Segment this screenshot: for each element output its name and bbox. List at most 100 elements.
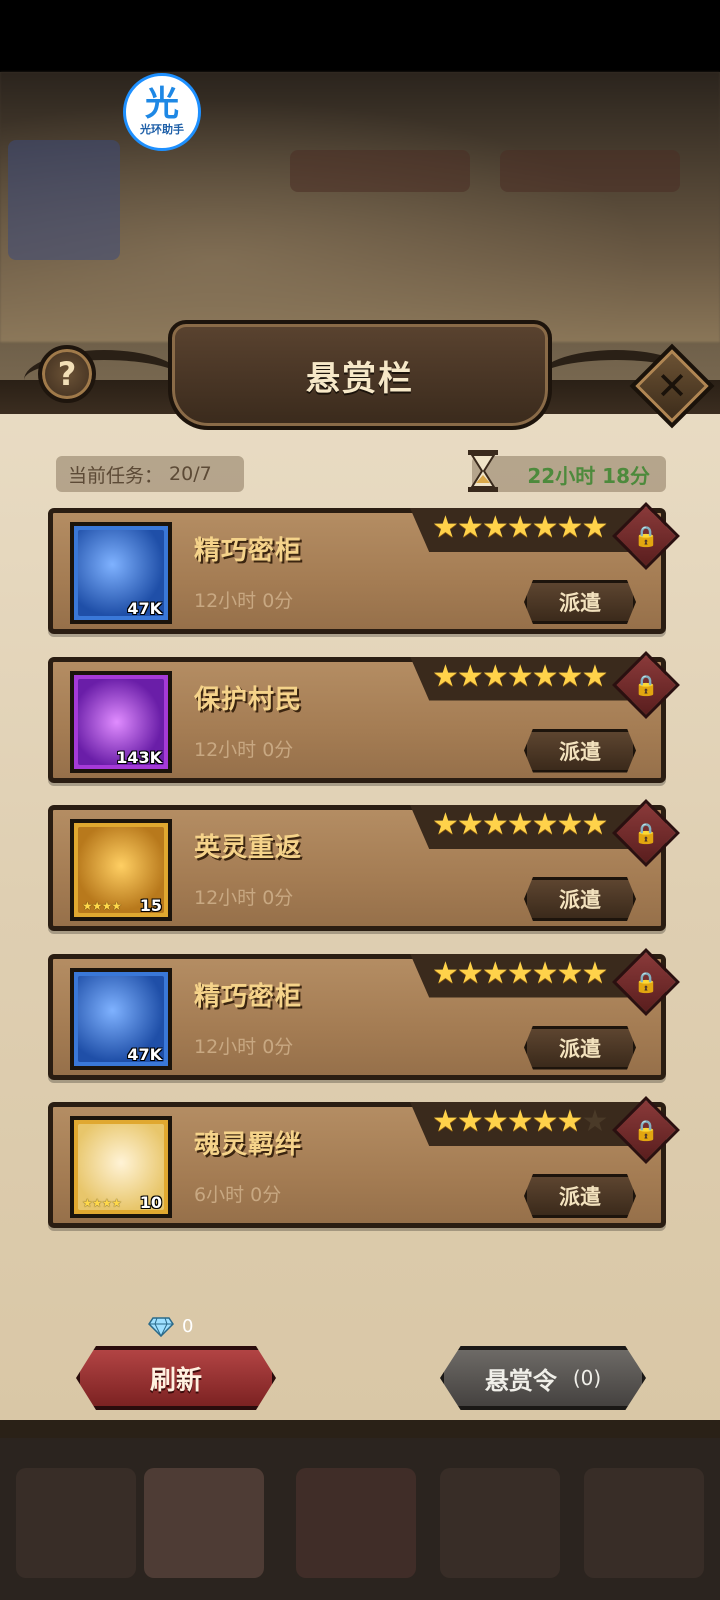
star-empty-icon: ★ [581, 1104, 608, 1139]
star-filled-icon: ★ [456, 1104, 484, 1139]
lock-icon: 🔒 [633, 524, 659, 548]
quest-duration: 6小时 0分 [194, 1184, 282, 1206]
task-count-value: 20/7 [169, 463, 212, 485]
star-filled-icon: ★ [506, 658, 534, 694]
star-filled-icon: ★ [531, 955, 559, 991]
quest-name: 精巧密柜 [194, 981, 303, 1012]
quest-duration: 12小时 0分 [194, 1035, 294, 1058]
quest-star-rating: ★★★★★★★ [432, 1104, 608, 1139]
quest-name: 魂灵羁绊 [194, 1130, 303, 1160]
panel-title: 悬赏栏 [306, 358, 414, 399]
reward-quantity: 47K [127, 1044, 162, 1064]
star-filled-icon: ★ [556, 807, 584, 842]
dispatch-button[interactable]: 派遣 [524, 1025, 636, 1070]
star-filled-icon: ★ [581, 955, 608, 991]
star-filled-icon: ★ [432, 1104, 459, 1139]
status-bar [0, 0, 720, 72]
nav-slot-1 [16, 1468, 136, 1578]
close-icon: ✕ [656, 364, 688, 408]
helper-name: 光环助手 [140, 123, 184, 136]
dispatch-button[interactable]: 派遣 [524, 580, 636, 624]
star-filled-icon: ★ [432, 955, 459, 991]
title-banner: 悬赏栏 [168, 320, 552, 430]
quest-row: 47K 精巧密柜 12小时 0分 ★★★★★★★ 🔒 派遣 [48, 947, 680, 1080]
star-filled-icon: ★ [531, 807, 559, 842]
bounty-order-button[interactable]: 悬赏令 (0) [440, 1346, 646, 1410]
reward-icon[interactable]: 47K [70, 522, 172, 624]
star-filled-icon: ★ [531, 510, 559, 545]
reward-quantity: 47K [127, 599, 162, 618]
star-filled-icon: ★ [556, 955, 584, 991]
quest-star-rating: ★★★★★★★ [432, 955, 608, 991]
bounty-order-label: 悬赏令 [484, 1366, 557, 1395]
star-filled-icon: ★ [481, 658, 509, 694]
star-filled-icon: ★ [556, 1104, 584, 1139]
star-filled-icon: ★ [456, 510, 484, 545]
bounty-order-count: (0) [572, 1366, 602, 1390]
bottom-nav-blurred [0, 1438, 720, 1600]
nav-slot-3 [296, 1468, 416, 1578]
quest-row: ★★★★ 10 魂灵羁绊 6小时 0分 ★★★★★★★ 🔒 派遣 [48, 1096, 680, 1228]
blurred-currency-bar [290, 150, 470, 192]
dispatch-button[interactable]: 派遣 [524, 728, 636, 773]
lock-icon: 🔒 [633, 672, 659, 697]
quest-star-rating: ★★★★★★★ [432, 807, 608, 842]
reward-icon[interactable]: 47K [70, 967, 172, 1070]
quest-name: 英灵重返 [194, 833, 303, 863]
timer-text: 22小时 18分 [527, 463, 650, 488]
star-filled-icon: ★ [506, 1104, 534, 1139]
star-filled-icon: ★ [581, 807, 608, 842]
refresh-cost: 0 [148, 1316, 193, 1337]
nav-slot-2 [144, 1468, 264, 1578]
blurred-gem-bar [500, 150, 680, 192]
star-filled-icon: ★ [481, 510, 509, 545]
gem-icon [148, 1316, 174, 1337]
star-filled-icon: ★ [556, 510, 584, 545]
blurred-avatar [8, 140, 120, 260]
reward-star-rating: ★★★★ [82, 899, 122, 913]
reward-quantity: 15 [139, 896, 162, 915]
star-filled-icon: ★ [506, 807, 534, 842]
reward-quantity: 143K [116, 747, 162, 767]
reward-icon[interactable]: ★★★★ 15 [70, 819, 172, 921]
quest-name: 精巧密柜 [194, 536, 303, 566]
nav-slot-5 [584, 1468, 704, 1578]
star-filled-icon: ★ [581, 658, 608, 694]
star-filled-icon: ★ [531, 1104, 559, 1139]
quest-name: 保护村民 [194, 684, 303, 715]
quest-row: ★★★★ 15 英灵重返 12小时 0分 ★★★★★★★ 🔒 派遣 [48, 799, 680, 931]
nav-slot-4 [440, 1468, 560, 1578]
helper-logo-char: 光 [145, 84, 179, 124]
helper-app-badge[interactable]: 光 光环助手 [123, 73, 201, 151]
panel-bottom-edge [0, 1420, 720, 1438]
lock-icon: 🔒 [633, 969, 659, 994]
star-filled-icon: ★ [506, 955, 534, 991]
refresh-label: 刷新 [149, 1365, 202, 1396]
star-filled-icon: ★ [506, 510, 534, 545]
reward-icon[interactable]: 143K [70, 670, 172, 773]
star-filled-icon: ★ [556, 658, 584, 694]
refresh-button[interactable]: 刷新 [76, 1346, 276, 1410]
lock-icon: 🔒 [633, 821, 659, 845]
reward-icon[interactable]: ★★★★ 10 [70, 1116, 172, 1218]
quest-star-rating: ★★★★★★★ [432, 658, 608, 694]
reward-star-rating: ★★★★ [82, 1196, 122, 1210]
reward-quantity: 10 [139, 1193, 162, 1212]
star-filled-icon: ★ [456, 807, 484, 842]
task-count-label: 当前任务： [68, 464, 164, 487]
question-icon: ? [57, 355, 77, 393]
quest-row: 47K 精巧密柜 12小时 0分 ★★★★★★★ 🔒 派遣 [48, 502, 680, 634]
quest-row: 143K 保护村民 12小时 0分 ★★★★★★★ 🔒 派遣 [48, 650, 680, 783]
quest-duration: 12小时 0分 [194, 590, 294, 612]
dispatch-button[interactable]: 派遣 [524, 877, 636, 921]
help-button[interactable]: ? [38, 345, 96, 403]
quest-duration: 12小时 0分 [194, 887, 294, 909]
dispatch-button[interactable]: 派遣 [524, 1174, 636, 1218]
star-filled-icon: ★ [432, 658, 459, 694]
star-filled-icon: ★ [581, 510, 608, 545]
star-filled-icon: ★ [432, 807, 459, 842]
quest-duration: 12小时 0分 [194, 738, 294, 761]
quest-star-rating: ★★★★★★★ [432, 510, 608, 545]
star-filled-icon: ★ [432, 510, 459, 545]
gem-count: 0 [182, 1316, 194, 1337]
